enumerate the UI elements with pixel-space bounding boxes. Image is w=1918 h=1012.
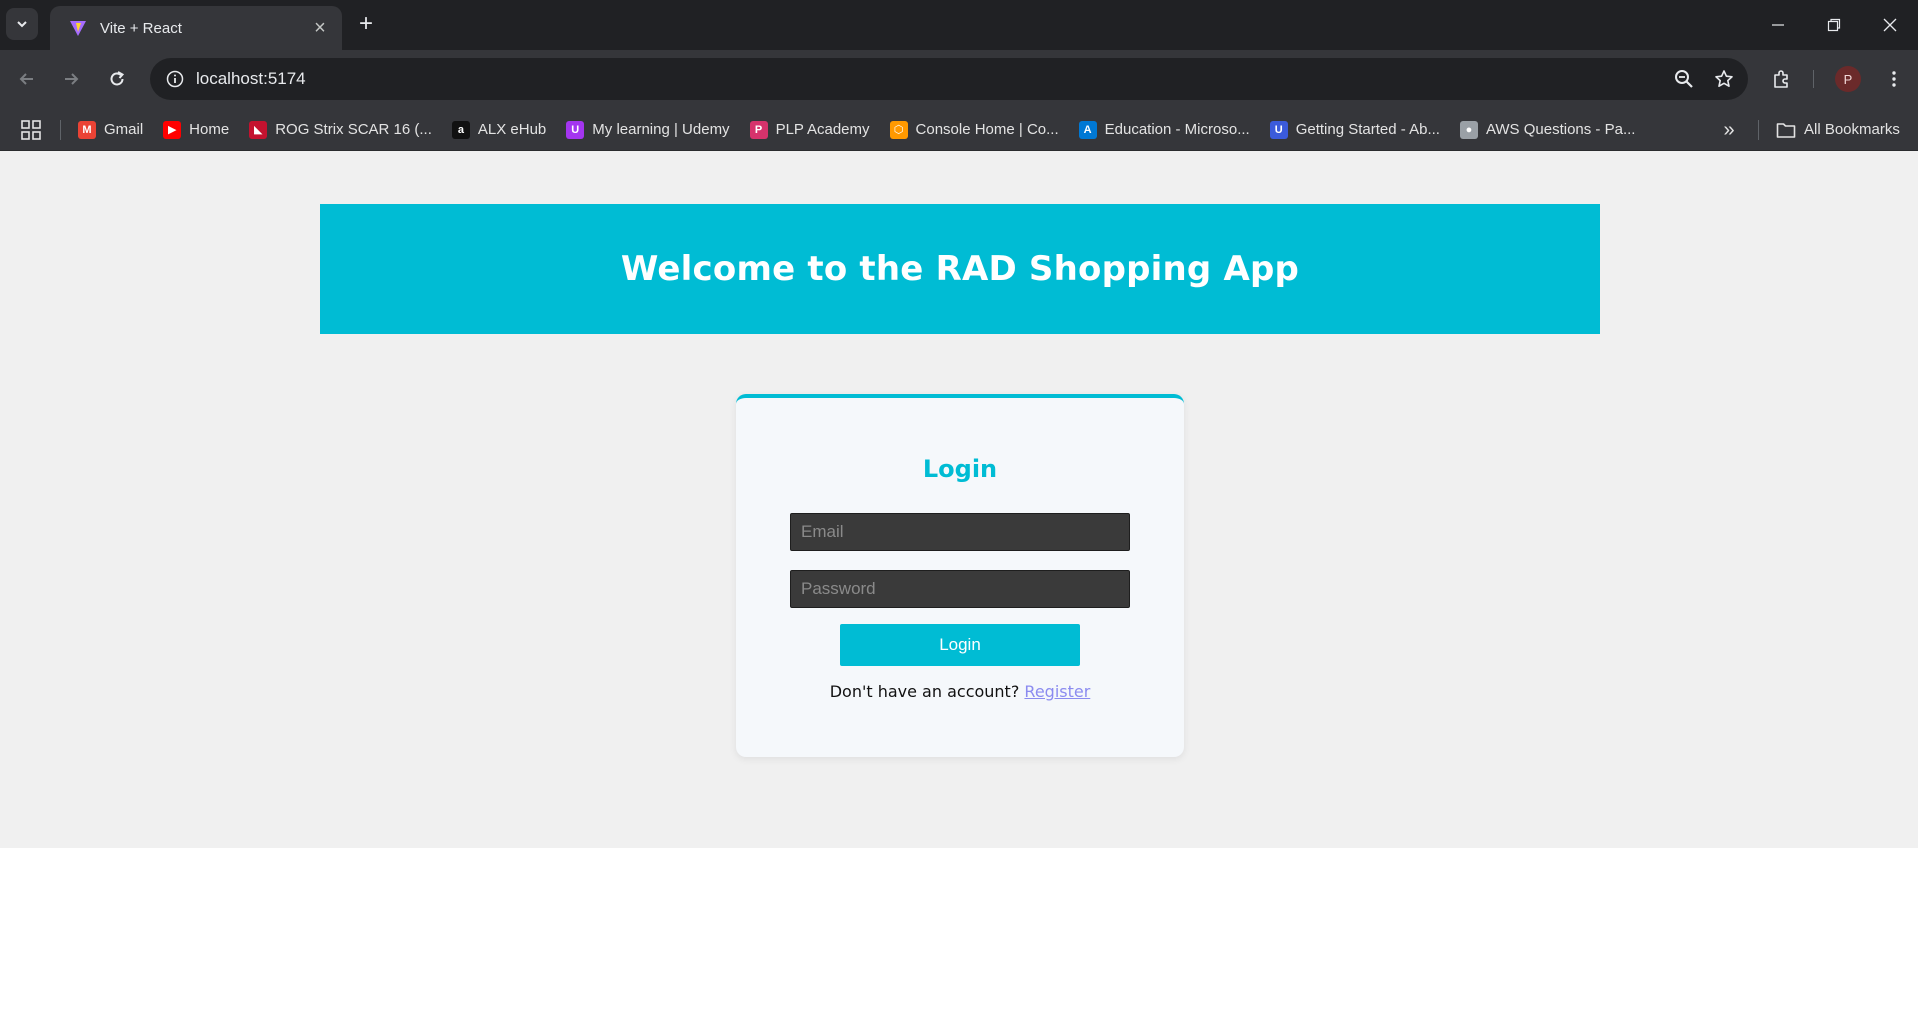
bookmark-item[interactable]: ● AWS Questions - Pa... <box>1459 108 1636 151</box>
bookmark-label: Education - Microso... <box>1104 121 1250 138</box>
bookmark-item[interactable]: M Gmail <box>78 108 143 151</box>
bookmark-item[interactable]: A Education - Microso... <box>1078 108 1250 151</box>
arrow-right-icon <box>65 73 79 85</box>
restore-button[interactable] <box>1812 0 1856 50</box>
bookmark-item[interactable]: ⬡ Console Home | Co... <box>889 108 1059 151</box>
register-link[interactable]: Register <box>1024 682 1090 701</box>
app-title: Welcome to the RAD Shopping App <box>620 249 1300 289</box>
site-info-button[interactable] <box>160 64 190 94</box>
address-bar[interactable]: localhost:5174 <box>150 58 1748 100</box>
app-header: Welcome to the RAD Shopping App <box>320 204 1600 334</box>
bookmark-item[interactable]: a ALX eHub <box>451 108 547 151</box>
abp-icon: U <box>1269 120 1288 139</box>
bookmarks-bar: M Gmail ▶ Home ◣ ROG Strix SCAR 16 (... a ALX e… <box>0 108 1918 151</box>
bookmark-label: PLP Academy <box>775 121 870 138</box>
chevron-down-icon <box>17 21 27 28</box>
browser-tab-active[interactable]: Vite + React × <box>50 6 342 50</box>
bookmark-label: Home <box>189 121 230 138</box>
bookmark-label: Console Home | Co... <box>915 121 1059 138</box>
minimize-button[interactable] <box>1756 0 1800 50</box>
password-input[interactable] <box>790 570 1130 608</box>
bookmark-item[interactable]: ◣ ROG Strix SCAR 16 (... <box>249 108 432 151</box>
bookmark-label: AWS Questions - Pa... <box>1485 121 1636 138</box>
aws-icon: ⬡ <box>889 120 908 139</box>
folder-icon <box>1776 122 1796 138</box>
browser-toolbar: localhost:5174 P <box>0 50 1918 108</box>
zoom-button[interactable] <box>1670 65 1698 93</box>
bookmark-item[interactable]: ▶ Home <box>163 108 229 151</box>
minimize-icon <box>1772 24 1784 26</box>
login-card: Login Login Don't have an account? Regis… <box>736 394 1184 757</box>
all-bookmarks-label: All Bookmarks <box>1804 121 1900 138</box>
azure-icon: A <box>1078 120 1097 139</box>
page-content: Welcome to the RAD Shopping App Login Lo… <box>0 151 1918 848</box>
puzzle-icon <box>1774 70 1788 88</box>
login-title: Login <box>922 455 998 483</box>
plp-icon: P <box>749 120 768 139</box>
bookmark-label: ROG Strix SCAR 16 (... <box>275 121 432 138</box>
register-prompt-text: Don't have an account? <box>829 682 1020 701</box>
reload-button[interactable] <box>102 64 132 94</box>
bookmark-item[interactable]: U Getting Started - Ab... <box>1269 108 1440 151</box>
bookmark-label: My learning | Udemy <box>592 121 730 138</box>
bookmarks-divider <box>60 120 61 140</box>
tab-search-button[interactable] <box>6 8 38 40</box>
apps-grid-icon[interactable] <box>20 119 42 141</box>
more-bookmarks-button[interactable]: » <box>1716 117 1742 143</box>
tab-close-icon[interactable]: × <box>310 18 330 38</box>
close-icon <box>1883 18 1897 32</box>
gmail-icon: M <box>78 120 96 139</box>
new-tab-button[interactable]: + <box>352 10 380 38</box>
more-vertical-icon <box>1892 71 1896 87</box>
all-bookmarks-button[interactable]: All Bookmarks <box>1776 108 1900 151</box>
zoom-out-icon <box>1675 70 1693 88</box>
bookmark-label: Gmail <box>104 121 144 138</box>
globe-icon: ● <box>1459 120 1478 139</box>
alx-icon: a <box>451 120 470 139</box>
arrow-left-icon <box>19 73 33 85</box>
udemy-icon: U <box>566 120 585 139</box>
toolbar-divider <box>1813 70 1814 88</box>
restore-icon <box>1827 18 1841 32</box>
info-icon <box>166 70 184 88</box>
vite-logo-icon <box>70 21 86 36</box>
forward-button[interactable] <box>56 64 86 94</box>
email-input[interactable] <box>790 513 1130 551</box>
star-icon <box>1715 70 1733 87</box>
browser-titlebar: Vite + React × + <box>0 0 1918 50</box>
profile-avatar[interactable]: P <box>1835 66 1861 92</box>
bookmark-label: Getting Started - Ab... <box>1295 121 1440 138</box>
youtube-icon: ▶ <box>163 120 182 139</box>
browser-menu-button[interactable] <box>1879 64 1909 94</box>
bookmark-item[interactable]: U My learning | Udemy <box>566 108 730 151</box>
bookmark-list: M Gmail ▶ Home ◣ ROG Strix SCAR 16 (... a ALX e… <box>78 108 1655 151</box>
bookmarks-divider-right <box>1758 120 1759 140</box>
register-prompt: Don't have an account? Register <box>736 682 1184 701</box>
bookmark-star-button[interactable] <box>1710 65 1738 93</box>
tab-title: Vite + React <box>100 19 182 37</box>
login-button[interactable]: Login <box>840 624 1080 666</box>
close-window-button[interactable] <box>1868 0 1912 50</box>
extensions-button[interactable] <box>1767 64 1797 94</box>
bookmark-label: ALX eHub <box>477 121 547 138</box>
back-button[interactable] <box>12 64 42 94</box>
bookmark-item[interactable]: P PLP Academy <box>749 108 870 151</box>
reload-icon <box>110 71 125 86</box>
rog-icon: ◣ <box>249 120 268 139</box>
url-text[interactable]: localhost:5174 <box>196 69 306 89</box>
